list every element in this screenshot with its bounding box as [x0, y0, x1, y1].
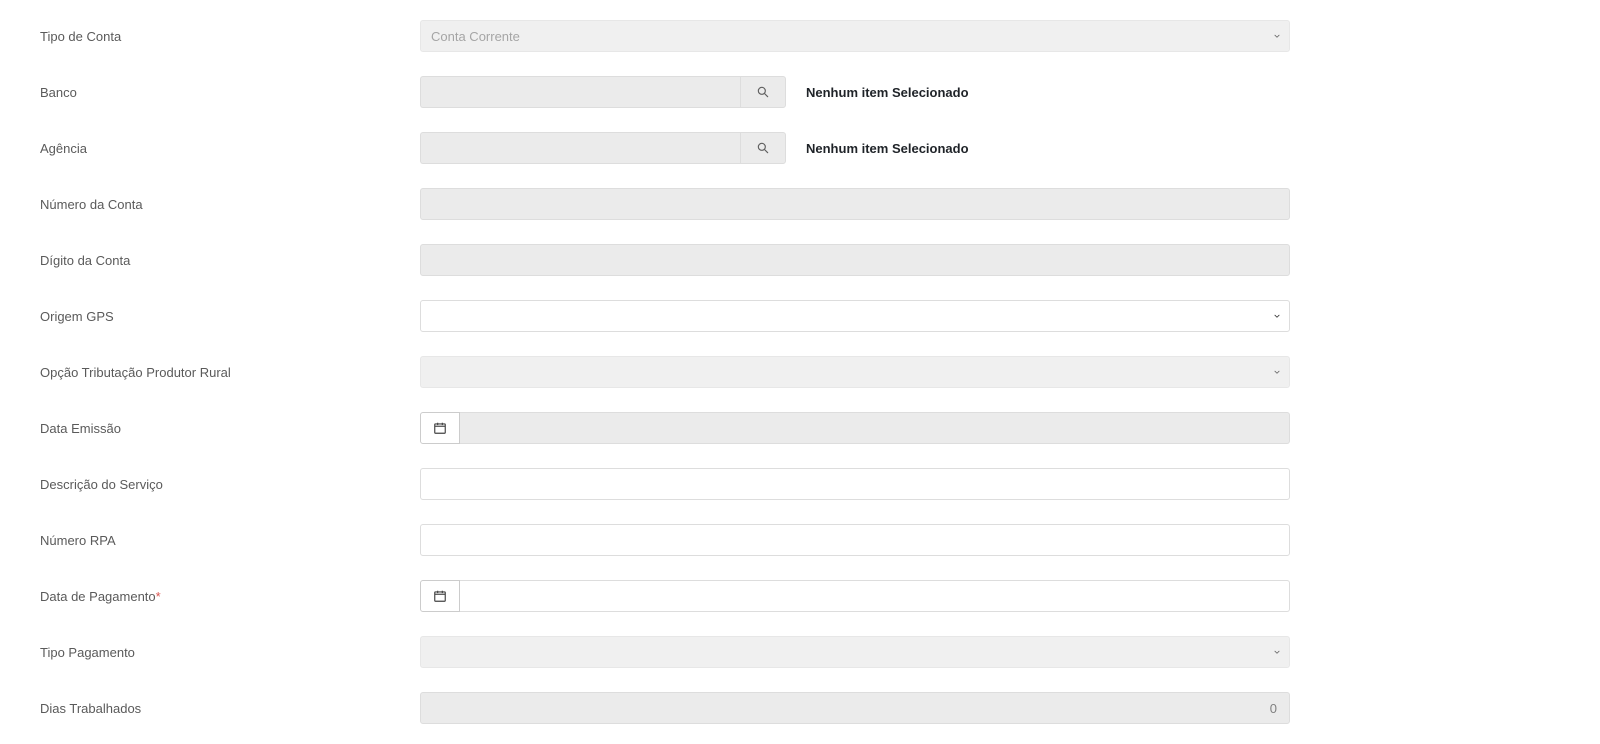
status-agencia: Nenhum item Selecionado: [806, 141, 969, 156]
input-dias-trabalhados: [420, 692, 1290, 724]
row-data-pagamento: Data de Pagamento*: [40, 580, 1560, 612]
label-descricao-servico: Descrição do Serviço: [40, 477, 420, 492]
row-agencia: Agência Nenhum item Selecionado: [40, 132, 1560, 164]
row-opcao-tributacao: Opção Tributação Produtor Rural: [40, 356, 1560, 388]
select-origem-gps[interactable]: [420, 300, 1290, 332]
status-banco: Nenhum item Selecionado: [806, 85, 969, 100]
row-numero-rpa: Número RPA: [40, 524, 1560, 556]
row-origem-gps: Origem GPS: [40, 300, 1560, 332]
label-data-pagamento: Data de Pagamento*: [40, 589, 420, 604]
input-agencia[interactable]: [420, 132, 740, 164]
label-tipo-conta: Tipo de Conta: [40, 29, 420, 44]
label-opcao-tributacao: Opção Tributação Produtor Rural: [40, 365, 420, 380]
search-icon: [756, 141, 770, 155]
label-dias-trabalhados: Dias Trabalhados: [40, 701, 420, 716]
search-icon: [756, 85, 770, 99]
label-digito-conta: Dígito da Conta: [40, 253, 420, 268]
select-tipo-conta: Conta Corrente: [420, 20, 1290, 52]
calendar-icon: [433, 421, 447, 435]
calendar-data-emissao-button[interactable]: [420, 412, 460, 444]
calendar-icon: [433, 589, 447, 603]
required-marker: *: [156, 589, 161, 604]
calendar-data-pagamento-button[interactable]: [420, 580, 460, 612]
input-digito-conta: [420, 244, 1290, 276]
search-agencia-button[interactable]: [740, 132, 786, 164]
row-descricao-servico: Descrição do Serviço: [40, 468, 1560, 500]
row-banco: Banco Nenhum item Selecionado: [40, 76, 1560, 108]
input-numero-conta: [420, 188, 1290, 220]
select-opcao-tributacao: [420, 356, 1290, 388]
label-agencia: Agência: [40, 141, 420, 156]
row-digito-conta: Dígito da Conta: [40, 244, 1560, 276]
row-tipo-conta: Tipo de Conta Conta Corrente: [40, 20, 1560, 52]
label-data-emissao: Data Emissão: [40, 421, 420, 436]
label-numero-rpa: Número RPA: [40, 533, 420, 548]
label-origem-gps: Origem GPS: [40, 309, 420, 324]
input-banco[interactable]: [420, 76, 740, 108]
row-tipo-pagamento: Tipo Pagamento: [40, 636, 1560, 668]
row-dias-trabalhados: Dias Trabalhados: [40, 692, 1560, 724]
search-banco-button[interactable]: [740, 76, 786, 108]
input-data-emissao: [460, 412, 1290, 444]
row-numero-conta: Número da Conta: [40, 188, 1560, 220]
label-numero-conta: Número da Conta: [40, 197, 420, 212]
input-numero-rpa[interactable]: [420, 524, 1290, 556]
label-tipo-pagamento: Tipo Pagamento: [40, 645, 420, 660]
row-data-emissao: Data Emissão: [40, 412, 1560, 444]
select-tipo-pagamento: [420, 636, 1290, 668]
input-descricao-servico[interactable]: [420, 468, 1290, 500]
input-data-pagamento[interactable]: [460, 580, 1290, 612]
label-banco: Banco: [40, 85, 420, 100]
